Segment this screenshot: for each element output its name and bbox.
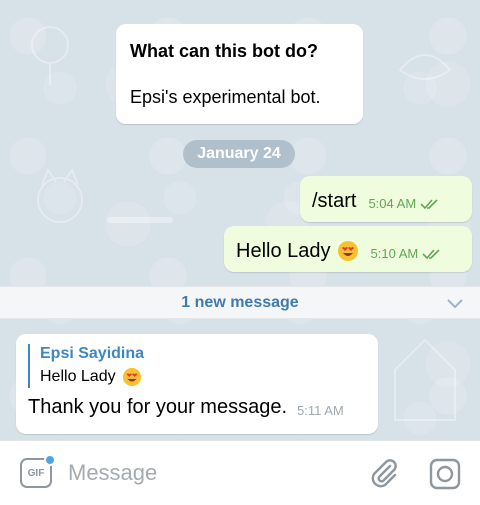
reply-quote[interactable]: Epsi Sayidina Hello Lady xyxy=(28,344,366,388)
message-text-wrap: Hello Lady xyxy=(236,238,359,264)
bot-info-card: What can this bot do? Epsi's experimenta… xyxy=(116,24,363,124)
message-composer: GIF xyxy=(0,440,480,505)
message-time: 5:10 AM xyxy=(370,246,419,261)
bot-info-description: Epsi's experimental bot. xyxy=(130,87,321,107)
new-messages-label: 1 new message xyxy=(181,293,299,311)
reply-author: Epsi Sayidina xyxy=(40,345,145,362)
heart-eyes-emoji-icon xyxy=(337,240,359,262)
message-time: 5:11 AM xyxy=(297,403,344,418)
outgoing-message[interactable]: /start 5:04 AM xyxy=(300,176,472,222)
doodle-house-icon xyxy=(394,338,456,421)
doodle-balloon-icon xyxy=(31,26,69,85)
message-time: 5:04 AM xyxy=(368,196,417,211)
notification-dot xyxy=(44,454,56,466)
message-meta: 5:10 AM xyxy=(371,246,443,264)
attach-icon[interactable] xyxy=(368,457,400,489)
doodle-bone-icon xyxy=(107,217,173,223)
reply-text-wrap: Hello Lady xyxy=(40,366,366,388)
doodle-cat-icon xyxy=(398,54,452,80)
incoming-message[interactable]: Epsi Sayidina Hello Lady Thank you for y… xyxy=(16,334,378,434)
reply-text: Hello Lady xyxy=(40,368,116,385)
double-check-icon xyxy=(422,248,442,260)
incoming-message-body: Thank you for your message. 5:11 AM xyxy=(28,394,366,420)
message-text: Hello Lady xyxy=(236,240,331,262)
message-text: /start xyxy=(312,190,357,212)
camera-icon[interactable] xyxy=(428,457,462,491)
gif-button[interactable]: GIF xyxy=(20,454,56,490)
new-messages-divider: 1 new message xyxy=(0,286,480,319)
message-text: Thank you for your message. xyxy=(28,396,288,418)
message-input[interactable] xyxy=(68,457,348,489)
message-meta: 5:04 AM xyxy=(368,196,440,214)
double-check-icon xyxy=(420,198,440,210)
chevron-down-icon[interactable] xyxy=(446,296,464,315)
heart-eyes-emoji-icon xyxy=(122,367,142,387)
outgoing-message[interactable]: Hello Lady 5:10 AM xyxy=(224,226,472,272)
doodle-cat-left-icon xyxy=(37,167,83,223)
date-separator: January 24 xyxy=(183,140,295,168)
bot-info-title: What can this bot do? xyxy=(130,41,318,61)
